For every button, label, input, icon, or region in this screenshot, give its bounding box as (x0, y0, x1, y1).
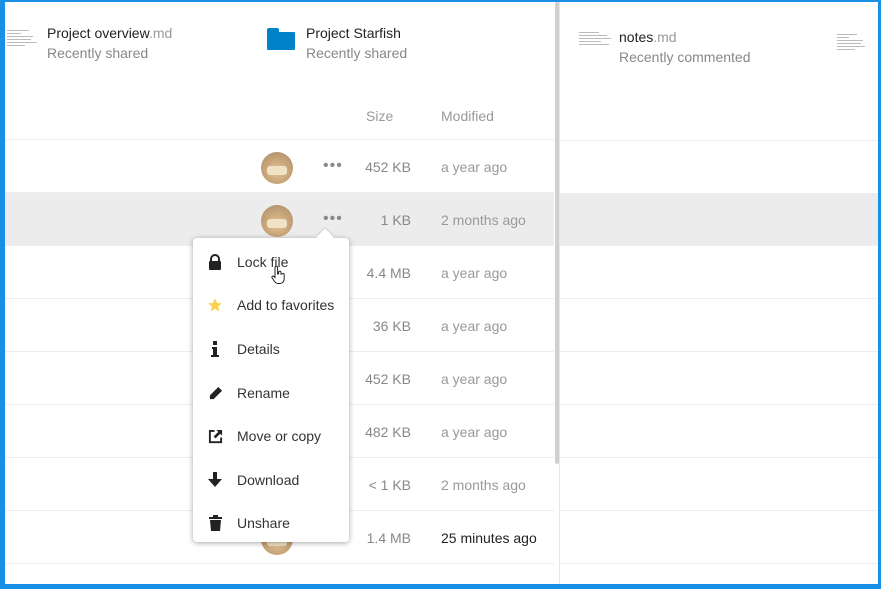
menu-item-label: Unshare (237, 515, 290, 531)
document-thumbnail-icon (579, 28, 611, 56)
divider (560, 245, 878, 246)
file-size: 452 KB (365, 159, 411, 175)
file-modified: a year ago (441, 159, 508, 175)
file-modified: a year ago (441, 265, 508, 281)
panel-divider (559, 2, 560, 584)
recent-card-ext: .md (653, 29, 677, 45)
file-size: 1 KB (380, 212, 411, 228)
more-actions-button[interactable]: ••• (323, 210, 343, 228)
menu-item-label: Rename (237, 385, 290, 401)
recent-card-notes[interactable]: notes.md Recently commented (579, 28, 751, 66)
selected-row-highlight (560, 193, 878, 245)
divider (560, 457, 878, 458)
divider (560, 298, 878, 299)
file-size: 452 KB (365, 371, 411, 387)
file-modified: a year ago (441, 318, 508, 334)
files-app-window: Project overview.md Recently shared Proj… (5, 2, 878, 584)
recent-card-project-starfish[interactable]: Project Starfish Recently shared (267, 24, 407, 62)
pencil-icon (205, 383, 225, 403)
menu-item-rename[interactable]: Rename (193, 375, 349, 411)
file-size: 482 KB (365, 424, 411, 440)
menu-item-label: Add to favorites (237, 297, 335, 313)
file-modified: 2 months ago (441, 477, 526, 493)
file-modified: 25 minutes ago (441, 530, 537, 546)
menu-item-details[interactable]: Details (193, 331, 349, 367)
menu-item-unshare[interactable]: Unshare (193, 505, 349, 541)
star-icon (205, 295, 225, 315)
recent-card-name: Project Starfish (306, 25, 401, 41)
file-size: < 1 KB (368, 477, 411, 493)
menu-item-label: Details (237, 341, 280, 357)
lock-icon (205, 252, 225, 272)
file-modified: a year ago (441, 424, 508, 440)
recent-card-title: Project Starfish (306, 24, 407, 42)
folder-icon (267, 28, 295, 50)
recent-card-subtitle: Recently commented (619, 49, 751, 65)
document-thumbnail-icon (7, 24, 39, 54)
more-actions-button[interactable]: ••• (323, 157, 343, 175)
menu-item-add-to-favorites[interactable]: Add to favorites (193, 287, 349, 323)
recent-card-project-overview[interactable]: Project overview.md Recently shared (7, 24, 172, 62)
recent-card-ext: .md (148, 25, 173, 41)
file-size: 36 KB (372, 318, 411, 334)
scrollbar[interactable] (555, 2, 559, 464)
file-size: 1.4 MB (366, 530, 411, 546)
file-size: 4.4 MB (366, 265, 411, 281)
menu-item-label: Move or copy (237, 428, 322, 444)
document-thumbnail-icon (837, 30, 869, 58)
column-header-size[interactable]: Size (366, 108, 393, 124)
recent-card-name: Project overview (47, 25, 149, 41)
table-row[interactable] (5, 563, 554, 584)
avatar[interactable] (261, 152, 293, 184)
divider (560, 510, 878, 511)
recent-card-title: Project overview.md (47, 24, 172, 42)
file-modified: a year ago (441, 371, 508, 387)
menu-item-move-or-copy[interactable]: Move or copy (193, 418, 349, 454)
download-icon (205, 470, 225, 490)
recent-card-title: notes.md (619, 28, 751, 46)
divider (560, 351, 878, 352)
menu-item-label: Download (237, 472, 300, 488)
trash-icon (205, 513, 225, 533)
external-link-icon (205, 426, 225, 446)
table-row[interactable]: ••• 452 KB a year ago (5, 139, 554, 192)
divider (560, 140, 878, 141)
recent-card-subtitle: Recently shared (306, 45, 408, 61)
info-icon (205, 339, 225, 359)
column-header-modified[interactable]: Modified (441, 108, 494, 124)
recent-card-name: notes (619, 29, 654, 45)
hand-cursor-icon (271, 266, 285, 284)
recent-card-subtitle: Recently shared (47, 45, 149, 61)
divider (560, 563, 878, 564)
menu-item-download[interactable]: Download (193, 462, 349, 498)
avatar[interactable] (261, 205, 293, 237)
divider (560, 404, 878, 405)
file-modified: 2 months ago (441, 212, 526, 228)
